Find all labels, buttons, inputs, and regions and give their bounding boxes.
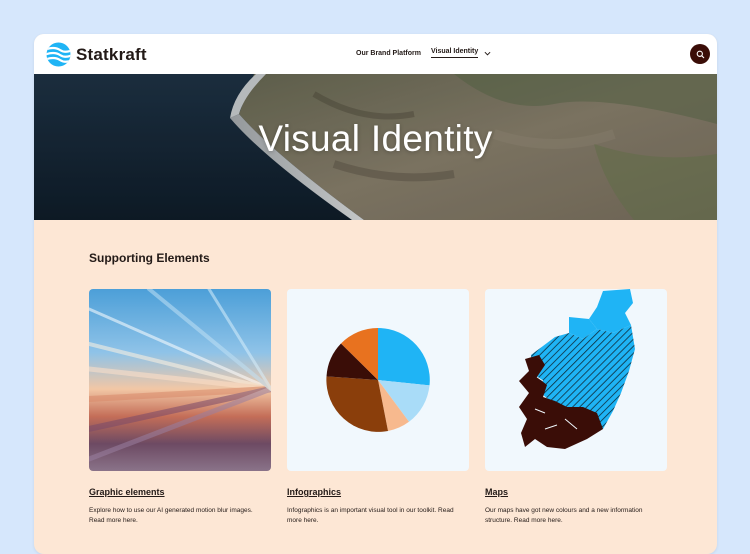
brand-name: Statkraft <box>76 44 147 64</box>
hero-title: Visual Identity <box>258 118 493 159</box>
site-header: Statkraft Our Brand Platform Visual Iden… <box>34 34 717 75</box>
card-title[interactable]: Maps <box>485 487 508 497</box>
main-nav: Our Brand Platform Visual Identity <box>356 48 491 58</box>
card-infographics[interactable]: Infographics Infographics is an importan… <box>287 289 469 526</box>
map-image[interactable] <box>485 289 667 471</box>
section-title: Supporting Elements <box>89 251 210 265</box>
motion-blur-image[interactable] <box>89 289 271 471</box>
browser-window: Statkraft Our Brand Platform Visual Iden… <box>34 34 717 554</box>
search-icon <box>696 50 704 58</box>
card-maps[interactable]: Maps Our maps have got new colours and a… <box>485 289 667 526</box>
statkraft-logo-icon <box>46 42 71 67</box>
hero-banner: Visual Identity <box>34 74 717 220</box>
card-description: Explore how to use our AI generated moti… <box>89 507 253 524</box>
brand-logo[interactable]: Statkraft <box>46 42 147 67</box>
card-title[interactable]: Graphic elements <box>89 487 165 497</box>
nav-item-brand-platform[interactable]: Our Brand Platform <box>356 50 421 57</box>
card-title[interactable]: Infographics <box>287 487 341 497</box>
chevron-down-icon[interactable] <box>484 50 491 57</box>
search-button[interactable] <box>690 44 710 64</box>
card-description: Infographics is an important visual tool… <box>287 507 454 524</box>
card-description: Our maps have got new colours and a new … <box>485 507 643 524</box>
card-graphic-elements[interactable]: Graphic elements Explore how to use our … <box>89 289 271 526</box>
nav-item-visual-identity[interactable]: Visual Identity <box>430 48 479 58</box>
pie-chart-image[interactable] <box>287 289 469 471</box>
